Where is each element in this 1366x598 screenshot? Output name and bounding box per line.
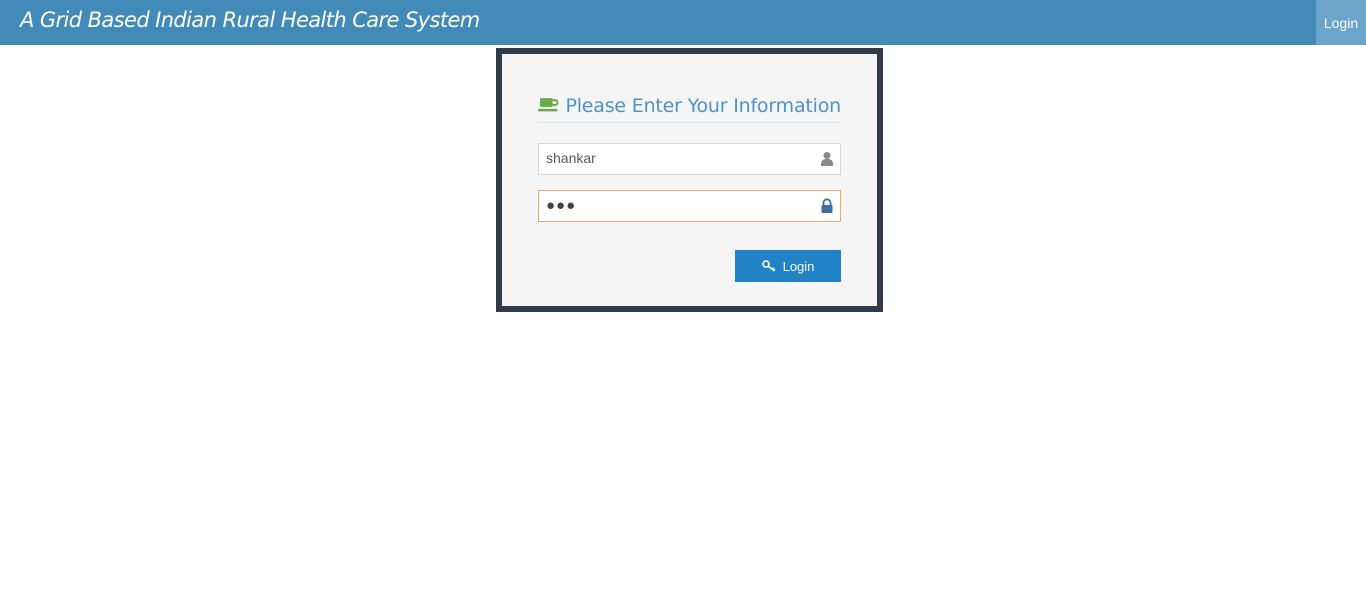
username-input[interactable] (539, 144, 806, 172)
login-box: Please Enter Your Information Login (496, 48, 883, 312)
login-heading-text: Please Enter Your Information (565, 95, 841, 117)
password-input[interactable] (539, 191, 806, 219)
password-field-wrapper (538, 190, 841, 222)
top-navbar: A Grid Based Indian Rural Health Care Sy… (0, 0, 1366, 45)
login-submit-button[interactable]: Login (735, 250, 841, 282)
nav-login-button[interactable]: Login (1316, 0, 1366, 45)
key-icon (761, 260, 776, 272)
login-heading: Please Enter Your Information (538, 90, 841, 123)
app-title: A Grid Based Indian Rural Health Care Sy… (20, 8, 480, 32)
lock-icon (821, 198, 833, 213)
username-field-wrapper (538, 143, 841, 175)
user-icon (821, 152, 833, 166)
coffee-icon (538, 98, 559, 112)
login-submit-label: Login (782, 258, 815, 274)
